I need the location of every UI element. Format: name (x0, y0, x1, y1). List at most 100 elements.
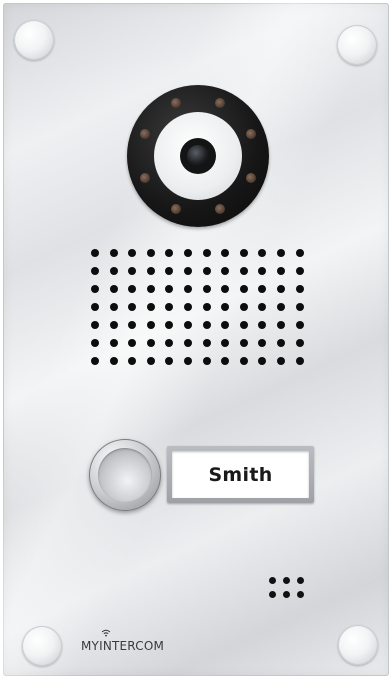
speaker-hole (239, 357, 248, 365)
speaker-hole (202, 321, 211, 329)
brand-logo-text: MYINTERCOM (81, 639, 165, 653)
doorbell-button-cap[interactable] (98, 448, 152, 502)
speaker-hole (258, 357, 267, 365)
speaker-hole (146, 357, 155, 365)
speaker-hole (109, 303, 118, 311)
camera-led (171, 98, 182, 109)
speaker-hole (109, 285, 118, 293)
speaker-hole (128, 321, 137, 329)
speaker-hole (91, 321, 99, 329)
speaker-hole (146, 267, 155, 275)
speaker-hole (128, 267, 137, 275)
speaker-hole (221, 303, 230, 311)
camera-led (140, 129, 151, 140)
speaker-hole (221, 339, 230, 347)
speaker-hole (295, 339, 304, 347)
speaker-hole (146, 303, 155, 311)
nameplate: Smith (167, 446, 314, 503)
speaker-hole (277, 339, 285, 347)
microphone-hole (283, 591, 290, 598)
speaker-hole (109, 321, 118, 329)
speaker-hole (91, 267, 99, 275)
speaker-hole (202, 339, 211, 347)
speaker-hole (277, 357, 285, 365)
microphone-grille (269, 577, 313, 603)
speaker-hole (128, 357, 137, 365)
camera-led (245, 129, 256, 140)
speaker-hole (184, 303, 192, 311)
speaker-hole (146, 285, 155, 293)
speaker-hole (184, 321, 192, 329)
speaker-hole (202, 267, 211, 275)
speaker-hole (202, 303, 211, 311)
speaker-hole (184, 357, 192, 365)
speaker-hole (295, 249, 304, 257)
speaker-hole (277, 321, 285, 329)
speaker-hole (109, 357, 118, 365)
speaker-hole (128, 303, 137, 311)
speaker-hole (165, 321, 174, 329)
speaker-hole (295, 321, 304, 329)
camera-led (214, 203, 225, 214)
speaker-hole (277, 267, 285, 275)
speaker-hole (295, 303, 304, 311)
speaker-grille (91, 249, 313, 375)
camera-lens-icon (180, 138, 216, 174)
speaker-hole (146, 321, 155, 329)
speaker-hole (258, 303, 267, 311)
speaker-hole (165, 267, 174, 275)
nameplate-window: Smith (172, 451, 309, 498)
brand-logo: MYINTERCOM (81, 629, 165, 657)
microphone-hole (297, 591, 304, 598)
screw-bottom-left (22, 626, 62, 666)
speaker-hole (165, 357, 174, 365)
speaker-hole (184, 339, 192, 347)
speaker-hole (295, 267, 304, 275)
microphone-hole (269, 591, 276, 598)
speaker-hole (128, 285, 137, 293)
speaker-hole (239, 321, 248, 329)
speaker-hole (165, 249, 174, 257)
speaker-hole (221, 357, 230, 365)
speaker-hole (146, 249, 155, 257)
speaker-hole (239, 267, 248, 275)
wifi-icon (101, 629, 111, 637)
speaker-hole (258, 285, 267, 293)
speaker-hole (146, 339, 155, 347)
speaker-hole (165, 339, 174, 347)
microphone-hole (283, 577, 290, 584)
speaker-hole (109, 339, 118, 347)
speaker-hole (128, 339, 137, 347)
speaker-hole (91, 249, 99, 257)
screw-top-left (14, 20, 54, 60)
speaker-hole (221, 321, 230, 329)
speaker-hole (165, 303, 174, 311)
microphone-hole (269, 577, 276, 584)
screw-bottom-right (338, 625, 378, 665)
speaker-hole (239, 339, 248, 347)
speaker-hole (277, 249, 285, 257)
speaker-hole (109, 249, 118, 257)
camera-module (127, 85, 269, 227)
speaker-hole (109, 267, 118, 275)
screw-top-right (337, 25, 377, 65)
speaker-hole (202, 249, 211, 257)
camera-led (214, 98, 225, 109)
speaker-hole (221, 249, 230, 257)
speaker-hole (165, 285, 174, 293)
doorbell-button-icon[interactable] (89, 439, 161, 511)
speaker-hole (184, 267, 192, 275)
speaker-hole (239, 249, 248, 257)
intercom-panel: Smith MYINTERCOM (3, 3, 389, 676)
camera-led (245, 172, 256, 183)
microphone-hole (297, 577, 304, 584)
camera-led (140, 172, 151, 183)
speaker-hole (295, 357, 304, 365)
speaker-hole (91, 303, 99, 311)
speaker-hole (91, 357, 99, 365)
speaker-hole (221, 267, 230, 275)
speaker-hole (239, 285, 248, 293)
speaker-hole (258, 339, 267, 347)
speaker-hole (202, 357, 211, 365)
speaker-hole (277, 303, 285, 311)
